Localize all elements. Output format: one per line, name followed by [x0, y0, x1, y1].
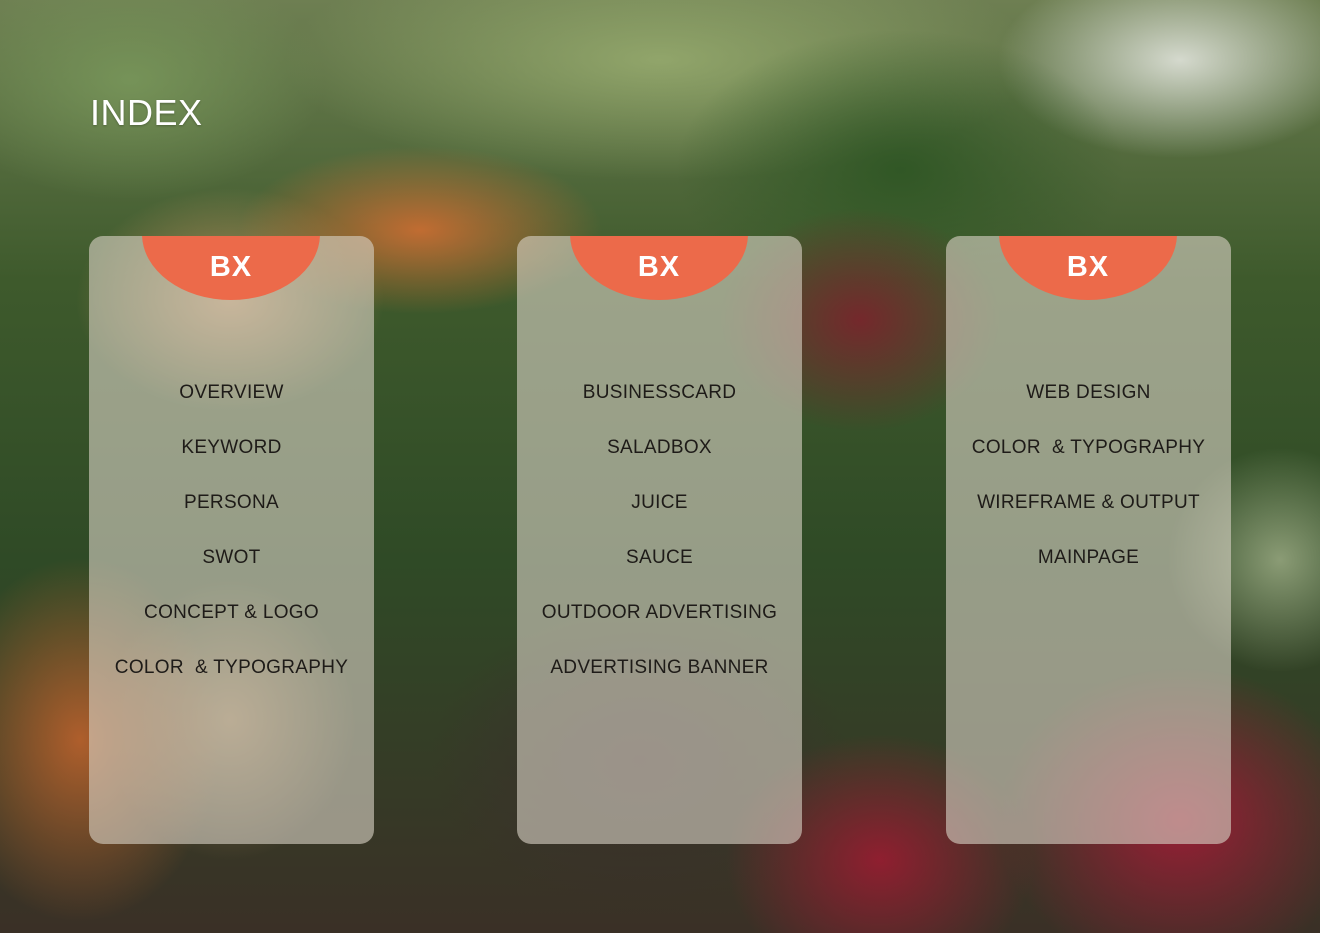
index-list: BUSINESSCARD SALADBOX JUICE SAUCE OUTDOO…	[517, 379, 802, 709]
index-page: INDEX BX OVERVIEW KEYWORD PERSONA SWOT C…	[0, 0, 1320, 933]
index-item-color-typography[interactable]: COLOR & TYPOGRAPHY	[946, 434, 1231, 489]
index-card-3: BX WEB DESIGN COLOR & TYPOGRAPHY WIREFRA…	[946, 236, 1231, 844]
index-item-overview[interactable]: OVERVIEW	[89, 379, 374, 434]
index-item-juice[interactable]: JUICE	[517, 489, 802, 544]
card-badge-label: BX	[209, 250, 253, 283]
index-list: OVERVIEW KEYWORD PERSONA SWOT CONCEPT & …	[89, 379, 374, 709]
index-card-1: BX OVERVIEW KEYWORD PERSONA SWOT CONCEPT…	[89, 236, 374, 844]
card-badge: BX	[570, 236, 748, 300]
index-card-2: BX BUSINESSCARD SALADBOX JUICE SAUCE OUT…	[517, 236, 802, 844]
index-item-concept-logo[interactable]: CONCEPT & LOGO	[89, 599, 374, 654]
index-item-outdoor-advertising[interactable]: OUTDOOR ADVERTISING	[517, 599, 802, 654]
index-item-mainpage[interactable]: MAINPAGE	[946, 544, 1231, 599]
index-item-sauce[interactable]: SAUCE	[517, 544, 802, 599]
index-item-keyword[interactable]: KEYWORD	[89, 434, 374, 489]
index-item-saladbox[interactable]: SALADBOX	[517, 434, 802, 489]
index-item-businesscard[interactable]: BUSINESSCARD	[517, 379, 802, 434]
card-badge-label: BX	[1066, 250, 1110, 283]
index-item-swot[interactable]: SWOT	[89, 544, 374, 599]
card-badge-label: BX	[637, 250, 681, 283]
card-badge: BX	[142, 236, 320, 300]
index-item-web-design[interactable]: WEB DESIGN	[946, 379, 1231, 434]
index-list: WEB DESIGN COLOR & TYPOGRAPHY WIREFRAME …	[946, 379, 1231, 599]
index-item-wireframe-output[interactable]: WIREFRAME & OUTPUT	[946, 489, 1231, 544]
index-item-persona[interactable]: PERSONA	[89, 489, 374, 544]
index-item-color-typography[interactable]: COLOR & TYPOGRAPHY	[89, 654, 374, 709]
index-item-advertising-banner[interactable]: ADVERTISING BANNER	[517, 654, 802, 709]
page-title: INDEX	[90, 92, 203, 133]
card-badge: BX	[999, 236, 1177, 300]
